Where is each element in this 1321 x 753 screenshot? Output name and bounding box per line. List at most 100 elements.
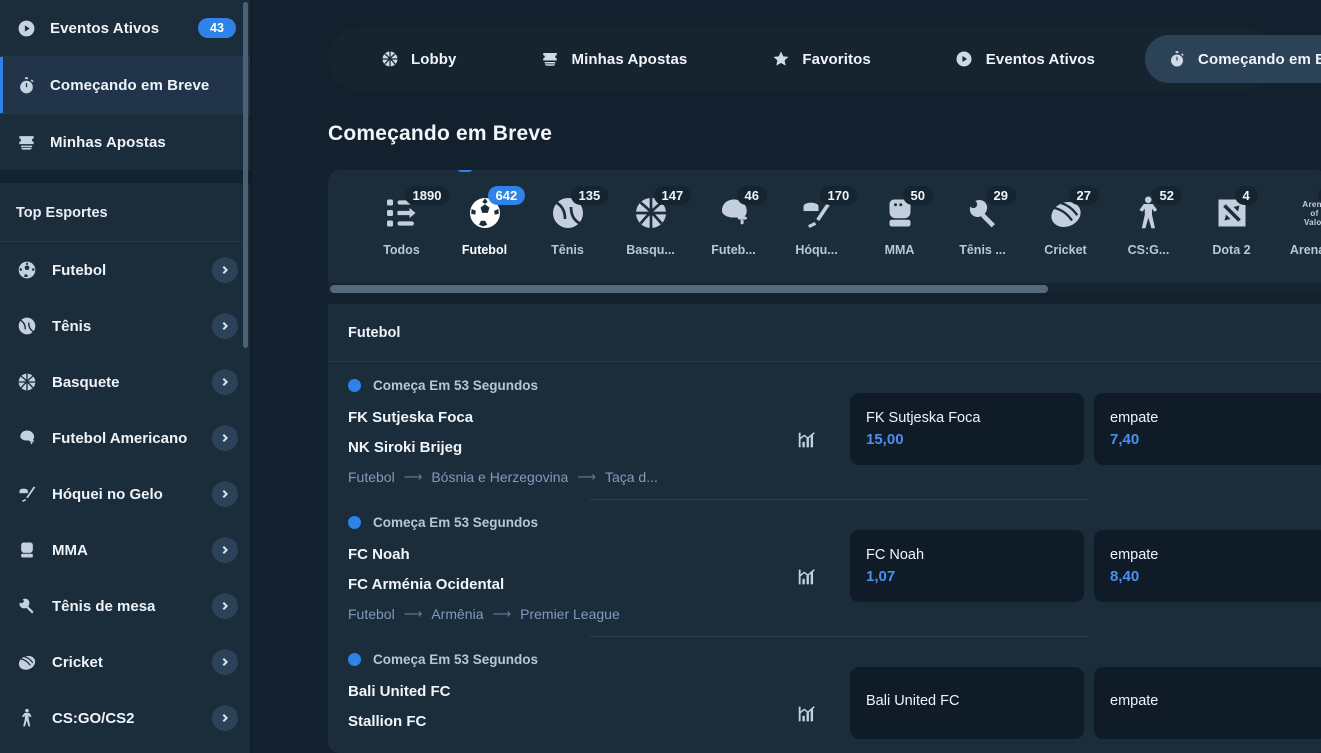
odd-selection-name: Bali United FC [866,693,1068,709]
sport-chip-dota2[interactable]: 4 Dota 2 [1190,192,1273,257]
event-home-team: FK Sutjeska Foca [348,403,762,433]
sport-chip-arena-of-valor[interactable]: ArenaofValor 7 Arena ... [1273,192,1321,257]
sport-chip-cricket[interactable]: 27 Cricket [1024,192,1107,257]
statistics-chart-icon[interactable] [796,566,818,588]
event-row[interactable]: Começa Em 53 Segundos Bali United FC Sta… [328,636,1321,753]
event-row[interactable]: Começa Em 53 Segundos FK Sutjeska Foca N… [328,362,1321,499]
sidebar-item-tenis-de-mesa[interactable]: Tênis de mesa [0,578,252,634]
chevron-right-icon[interactable] [212,425,238,451]
odd-button-draw[interactable]: empate [1094,667,1321,739]
tab-label: Minhas Apostas [572,51,688,68]
basketball-icon [380,50,399,69]
sport-chip-futebol-americano[interactable]: 46 Futeb... [692,192,775,257]
status-dot-icon [348,516,361,529]
sidebar-item-cricket[interactable]: Cricket [0,634,252,690]
event-home-team: Bali United FC [348,677,762,707]
sport-chip-label: MMA [885,243,915,257]
sport-chip-count: 46 [737,186,767,205]
event-status: Começa Em 53 Segundos [348,515,1321,530]
odd-button-draw[interactable]: empate 8,40 [1094,530,1321,602]
event-away-team: FC Arménia Ocidental [348,570,762,600]
star-icon [771,50,790,69]
odd-button-home[interactable]: Bali United FC [850,667,1084,739]
breadcrumb-sport: Futebol [348,606,395,622]
chips-horizontal-scrollbar[interactable] [328,283,1321,294]
tab-comecando-em-breve[interactable]: Começando em Breve [1145,35,1321,83]
sport-chip-mma[interactable]: 50 MMA [858,192,941,257]
sidebar-scrollbar[interactable] [243,0,248,753]
chevron-right-icon[interactable] [212,537,238,563]
breadcrumb-sport: Futebol [348,469,395,485]
statistics-chart-icon[interactable] [796,703,818,725]
sport-chip-futebol[interactable]: 642 Futebol [443,192,526,257]
chevron-right-icon[interactable] [212,705,238,731]
sport-chip-label: Futebol [462,243,507,257]
sidebar-nav: Eventos Ativos 43 Começando em Breve Min… [0,0,252,170]
odd-selection-name: empate [1110,547,1312,563]
main-content: Lobby Minhas Apostas Favoritos Eventos A… [252,0,1321,753]
chevron-right-icon[interactable] [212,593,238,619]
sidebar-item-futebol-americano[interactable]: Futebol Americano [0,410,252,466]
chevron-right-icon[interactable] [212,257,238,283]
sidebar-item-mma[interactable]: MMA [0,522,252,578]
breadcrumb-country: Bósnia e Herzegovina [431,469,568,485]
odd-button-home[interactable]: FK Sutjeska Foca 15,00 [850,393,1084,465]
chevron-right-icon[interactable] [212,369,238,395]
sport-chip-hoquei[interactable]: 170 Hóqu... [775,192,858,257]
odd-button-draw[interactable]: empate 7,40 [1094,393,1321,465]
stopwatch-icon [16,75,36,95]
event-away-team: NK Siroki Brijeg [348,433,762,463]
tab-minhas-apostas[interactable]: Minhas Apostas [519,35,710,83]
statistics-chart-icon[interactable] [796,429,818,451]
event-teams: Bali United FC Stallion FC [348,667,762,737]
sidebar-item-hoquei-no-gelo[interactable]: Hóquei no Gelo [0,466,252,522]
sport-chip-tenis[interactable]: 135 Tênis [526,192,609,257]
tab-lobby[interactable]: Lobby [358,35,479,83]
sport-chip-count: 27 [1069,186,1099,205]
sidebar-item-minhas-apostas[interactable]: Minhas Apostas [0,114,252,170]
app-root: Eventos Ativos 43 Começando em Breve Min… [0,0,1321,753]
tab-label: Eventos Ativos [986,51,1095,68]
sidebar-item-csgo-cs2[interactable]: CS:GO/CS2 [0,690,252,746]
event-row[interactable]: Começa Em 53 Segundos FC Noah FC Arménia… [328,499,1321,636]
sidebar-item-eventos-ativos[interactable]: Eventos Ativos 43 [0,0,252,56]
sidebar-item-label: Começando em Breve [50,77,236,94]
chips-scrollbar-thumb[interactable] [330,285,1048,293]
sport-chip-label: Cricket [1044,243,1086,257]
sidebar-item-comecando-em-breve[interactable]: Começando em Breve [0,57,252,113]
sidebar-badge-count: 43 [198,18,236,38]
chevron-right-icon[interactable] [212,481,238,507]
event-odds: 1x2 FC Noah 1,07 empate 8,40 [850,530,1321,602]
sport-chip-basquete[interactable]: 147 Basqu... [609,192,692,257]
event-home-team: FC Noah [348,540,762,570]
sport-chip-todos[interactable]: 1890 Todos [360,192,443,257]
event-odds: 1x2 Bali United FC empate [850,667,1321,739]
event-breadcrumb: Futebol ⟶ Bósnia e Herzegovina ⟶ Taça d.… [348,469,762,485]
sport-chip-tenis-de-mesa[interactable]: 29 Tênis ... [941,192,1024,257]
tab-eventos-ativos[interactable]: Eventos Ativos [933,35,1117,83]
sidebar-sport-label: Tênis de mesa [52,598,198,615]
cricket-ball-icon [16,651,38,673]
sidebar-scrollbar-thumb[interactable] [243,2,248,348]
sidebar-sport-label: Tênis [52,318,198,335]
sidebar-item-futebol[interactable]: Futebol [0,242,252,298]
odd-value: 8,40 [1110,568,1312,585]
sport-chip-count: 50 [903,186,933,205]
status-dot-icon [348,379,361,392]
tab-favoritos[interactable]: Favoritos [749,35,892,83]
odd-button-home[interactable]: FC Noah 1,07 [850,530,1084,602]
sidebar-gap [0,170,252,183]
sport-chip-label: Tênis [551,243,584,257]
chevron-right-icon[interactable] [212,649,238,675]
odd-value: 15,00 [866,431,1068,448]
counter-strike-icon [16,707,38,729]
sidebar-sport-label: Futebol [52,262,198,279]
status-dot-icon [348,653,361,666]
sidebar-item-tenis[interactable]: Tênis [0,298,252,354]
tab-label: Favoritos [802,51,870,68]
chevron-right-icon[interactable] [212,313,238,339]
sport-chip-label: Hóqu... [795,243,837,257]
play-circle-icon [16,18,36,38]
sidebar-item-basquete[interactable]: Basquete [0,354,252,410]
sport-chip-csgo[interactable]: 52 CS:G... [1107,192,1190,257]
